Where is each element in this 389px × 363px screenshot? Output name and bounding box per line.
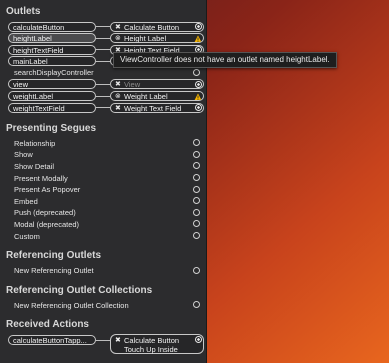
connection-line: [96, 60, 110, 62]
outlet-row[interactable]: calculateButton ✖ Calculate Button: [0, 21, 206, 33]
connection-line: [96, 37, 110, 39]
connected-circle[interactable]: [195, 104, 202, 112]
connection-circle[interactable]: [193, 150, 200, 158]
segue-row[interactable]: Modal (deprecated): [0, 219, 206, 231]
action-name-pill[interactable]: calculateButtonTapp...: [8, 335, 96, 346]
outlet-name-pill[interactable]: mainLabel: [8, 56, 96, 67]
connection-line: [96, 95, 110, 97]
remove-connection-x-icon[interactable]: ⊗: [115, 92, 121, 100]
segue-row[interactable]: Show Detail: [0, 161, 206, 173]
segue-row[interactable]: Push (deprecated): [0, 207, 206, 219]
connection-circle[interactable]: [193, 185, 200, 193]
segues-header: Presenting Segues: [6, 122, 97, 134]
outlet-target-box[interactable]: ⊗ Height Label: [110, 33, 204, 44]
connection-circle[interactable]: [193, 266, 200, 274]
outlet-target-box[interactable]: ⊗ Weight Label: [110, 91, 204, 102]
connection-line: [96, 83, 110, 85]
connection-circle[interactable]: [193, 220, 200, 228]
segue-row[interactable]: Embed: [0, 196, 206, 208]
outlet-name-pill[interactable]: view: [8, 79, 96, 90]
new-referencing-collection-label: New Referencing Outlet Collection: [14, 300, 129, 310]
action-event-label: Touch Up Inside: [124, 345, 178, 355]
received-actions-header: Received Actions: [6, 319, 89, 331]
connection-line: [96, 26, 110, 27]
remove-connection-x-icon[interactable]: ✖: [115, 336, 121, 344]
segue-label: Present As Popover: [14, 185, 81, 195]
connection-circle[interactable]: [193, 208, 200, 216]
segue-row[interactable]: Present Modally: [0, 173, 206, 185]
segue-label: Custom: [14, 231, 40, 241]
new-referencing-outlet-label: New Referencing Outlet: [14, 266, 94, 276]
segue-list: Relationship Show Show Detail Present Modal…: [0, 138, 206, 242]
segue-label: Present Modally: [14, 173, 68, 183]
received-action-row[interactable]: calculateButtonTapp... ✖ Calculate Butto…: [0, 334, 206, 356]
outlet-name-pill[interactable]: weightTextField: [8, 102, 96, 113]
segue-row[interactable]: Present As Popover: [0, 184, 206, 196]
connected-circle[interactable]: [195, 23, 202, 30]
connection-circle[interactable]: [193, 162, 200, 170]
outlet-name: searchDisplayController: [14, 68, 94, 78]
outlet-target-label: Weight Label: [124, 92, 168, 102]
connection-line: [96, 340, 110, 342]
connection-circle[interactable]: [193, 197, 200, 205]
remove-connection-x-icon[interactable]: ✖: [115, 23, 121, 31]
warning-tooltip: ViewController does not have an outlet n…: [113, 52, 337, 68]
segue-label: Relationship: [14, 138, 56, 148]
new-referencing-collection-row[interactable]: New Referencing Outlet Collection: [0, 300, 206, 312]
remove-connection-x-icon[interactable]: ✖: [115, 104, 121, 112]
segue-label: Show: [14, 150, 33, 160]
remove-connection-x-icon[interactable]: ⊗: [115, 34, 121, 42]
connection-circle[interactable]: [193, 139, 200, 147]
action-target-box[interactable]: ✖ Calculate Button Touch Up Inside: [110, 334, 204, 355]
connection-circle[interactable]: [193, 68, 200, 76]
connected-circle[interactable]: [195, 336, 202, 344]
outlet-row[interactable]: weightTextField ✖ Weight Text Field: [0, 102, 206, 114]
segue-row[interactable]: Relationship: [0, 138, 206, 150]
connection-circle[interactable]: [193, 232, 200, 239]
remove-connection-x-icon[interactable]: ✖: [115, 80, 121, 88]
outlet-name-pill[interactable]: heightLabel: [8, 33, 96, 44]
outlet-row[interactable]: view ✖ View: [0, 79, 206, 91]
referencing-outlets-header: Referencing Outlets: [6, 250, 102, 262]
connection-circle[interactable]: [193, 174, 200, 182]
segue-label: Show Detail: [14, 161, 55, 171]
outlet-target-label: Weight Text Field: [124, 103, 182, 113]
outlet-row[interactable]: searchDisplayController: [0, 67, 206, 79]
outlet-target-box[interactable]: ✖ Weight Text Field: [110, 102, 204, 113]
outlet-name-pill[interactable]: calculateButton: [8, 21, 96, 32]
referencing-collections-header: Referencing Outlet Collections: [6, 284, 153, 296]
segue-label: Embed: [14, 196, 38, 206]
outlet-row[interactable]: weightLabel ⊗ Weight Label: [0, 91, 206, 103]
segue-row[interactable]: Custom: [0, 231, 206, 243]
action-target-label: Calculate Button: [124, 336, 180, 346]
outlet-target-label: Calculate Button: [124, 22, 180, 32]
warning-icon[interactable]: [194, 34, 202, 43]
outlet-name-pill[interactable]: heightTextField: [8, 44, 96, 55]
segue-label: Modal (deprecated): [14, 219, 80, 229]
segue-label: Push (deprecated): [14, 208, 76, 218]
outlet-name-pill[interactable]: weightLabel: [8, 91, 96, 102]
connection-circle[interactable]: [193, 301, 200, 309]
new-referencing-outlet-row[interactable]: New Referencing Outlet: [0, 265, 206, 277]
outlets-header: Outlets: [6, 6, 41, 17]
warning-icon[interactable]: [194, 92, 202, 101]
connected-circle[interactable]: [195, 80, 202, 88]
outlet-target-label: View: [124, 80, 141, 90]
outlet-row[interactable]: heightLabel ⊗ Height Label: [0, 33, 206, 45]
outlet-target-label: Height Label: [124, 34, 167, 44]
outlet-target-box[interactable]: ✖ View: [110, 79, 204, 90]
connection-line: [96, 107, 110, 109]
outlet-target-box[interactable]: ✖ Calculate Button: [110, 21, 204, 32]
connection-line: [96, 49, 110, 51]
segue-row[interactable]: Show: [0, 149, 206, 161]
